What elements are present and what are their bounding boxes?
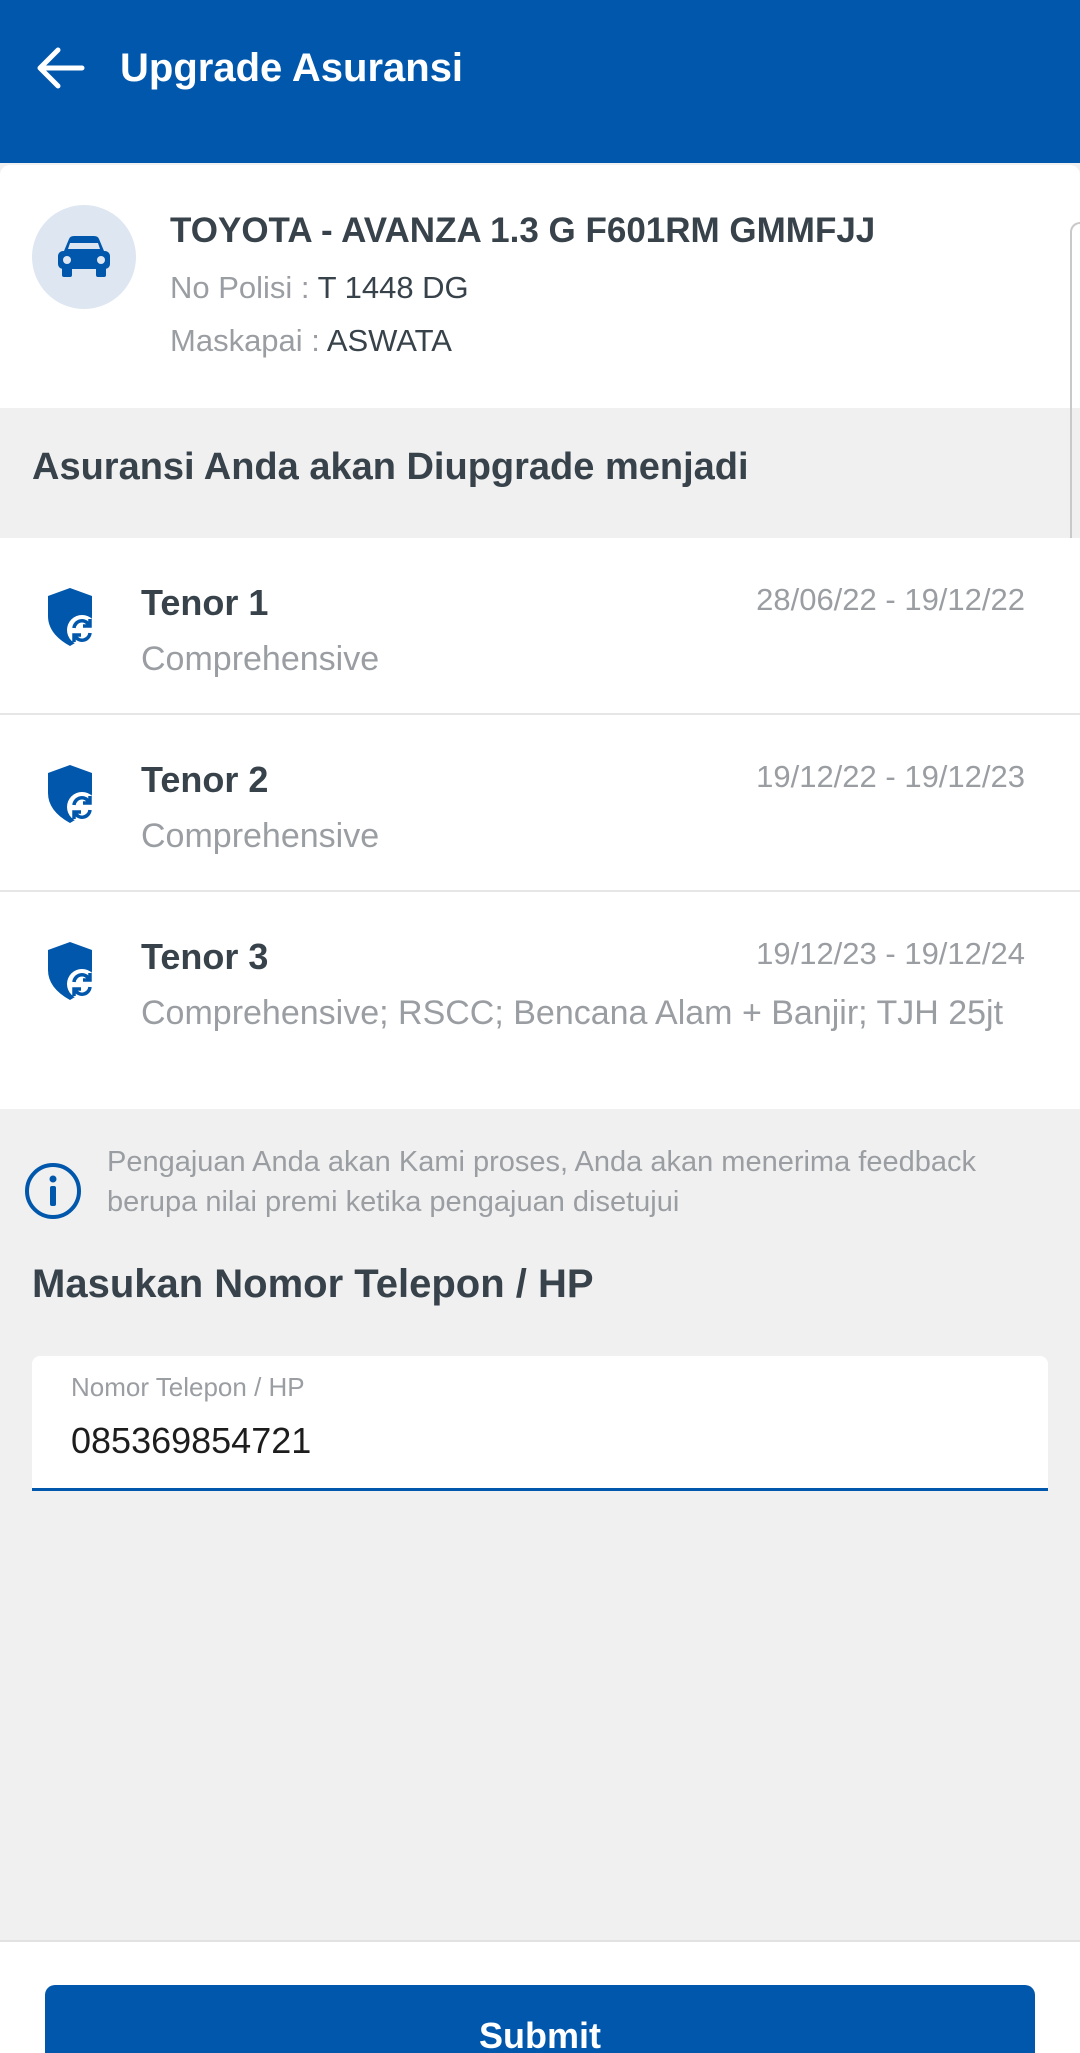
tenor-dates: 28/06/22 - 19/12/22 (756, 582, 1025, 617)
bottom-bar: Submit (0, 1940, 1080, 2053)
insurer-value: ASWATA (326, 323, 452, 358)
shield-sync-icon (48, 765, 97, 823)
phone-heading: Masukan Nomor Telepon / HP (32, 1262, 594, 1306)
info-icon (25, 1163, 81, 1219)
info-text: Pengajuan Anda akan Kami proses, Anda ak… (107, 1146, 976, 1218)
tenor-coverage: Comprehensive (141, 817, 380, 855)
tenor-dates: 19/12/22 - 19/12/23 (756, 759, 1025, 794)
vehicle-card: TOYOTA - AVANZA 1.3 G F601RM GMMFJJ No P… (0, 165, 1080, 408)
policy-number-label: No Polisi : (170, 270, 318, 305)
app-bar: Upgrade Asuransi (0, 0, 1080, 163)
phone-field[interactable]: Nomor Telepon / HP (32, 1356, 1048, 1491)
submit-button[interactable]: Submit (45, 1985, 1035, 2053)
tenor-coverage: Comprehensive; RSCC; Bencana Alam + Banj… (141, 994, 1004, 1032)
phone-field-label: Nomor Telepon / HP (71, 1372, 305, 1402)
tenor-title: Tenor 2 (141, 759, 269, 800)
back-button[interactable] (32, 40, 88, 96)
tenor-title: Tenor 3 (141, 936, 269, 977)
scroll-indicator[interactable] (1070, 222, 1080, 562)
tenor-item-1: Tenor 1 28/06/22 - 19/12/22 Comprehensiv… (0, 538, 1080, 715)
shield-sync-icon (48, 942, 97, 1000)
car-avatar (32, 205, 136, 309)
tenor-list: Tenor 1 28/06/22 - 19/12/22 Comprehensiv… (0, 538, 1080, 1109)
page-title: Upgrade Asuransi (120, 45, 464, 90)
policy-number-value: T 1448 DG (317, 270, 469, 305)
insurer-row: Maskapai : ASWATA (170, 323, 452, 359)
shield-sync-icon (48, 588, 97, 646)
tenor-item-2: Tenor 2 19/12/22 - 19/12/23 Comprehensiv… (0, 715, 1080, 892)
vehicle-name: TOYOTA - AVANZA 1.3 G F601RM GMMFJJ (170, 211, 876, 250)
phone-input[interactable] (71, 1416, 1011, 1466)
arrow-left-icon (37, 47, 85, 89)
car-icon (58, 236, 110, 277)
upgrade-heading: Asuransi Anda akan Diupgrade menjadi (32, 446, 749, 488)
tenor-dates: 19/12/23 - 19/12/24 (756, 936, 1025, 971)
policy-number-row: No Polisi : T 1448 DG (170, 270, 469, 306)
tenor-coverage: Comprehensive (141, 640, 380, 678)
insurer-label: Maskapai : (170, 323, 327, 358)
tenor-title: Tenor 1 (141, 582, 269, 623)
tenor-item-3: Tenor 3 19/12/23 - 19/12/24 Comprehensiv… (0, 892, 1080, 1109)
